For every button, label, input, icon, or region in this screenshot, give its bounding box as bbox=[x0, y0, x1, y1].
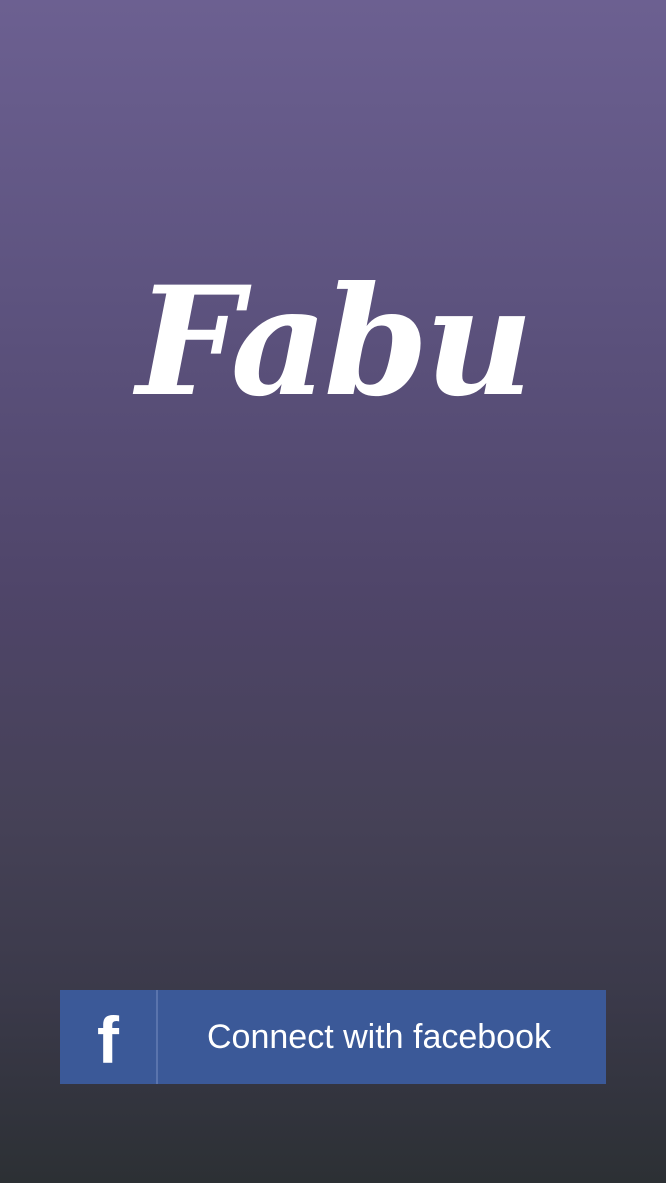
login-screen: Fabu f Connect with facebook bbox=[0, 0, 666, 1183]
app-logo: Fabu bbox=[136, 254, 533, 430]
connect-facebook-label: Connect with facebook bbox=[207, 1017, 551, 1056]
connect-facebook-button[interactable]: f Connect with facebook bbox=[60, 990, 606, 1084]
facebook-icon: f bbox=[97, 1003, 119, 1077]
facebook-icon-container: f bbox=[60, 990, 156, 1084]
